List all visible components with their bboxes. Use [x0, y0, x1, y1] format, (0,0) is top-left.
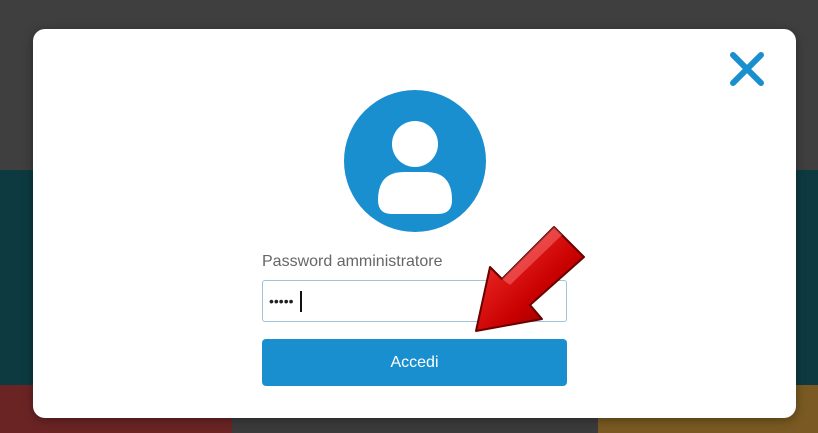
screen: Password amministratore Accedi — [0, 0, 818, 433]
login-button[interactable]: Accedi — [262, 339, 567, 386]
user-avatar-icon — [378, 121, 452, 214]
password-label: Password amministratore — [262, 253, 443, 270]
text-caret — [300, 291, 302, 312]
login-modal: Password amministratore Accedi — [33, 29, 796, 418]
user-avatar — [344, 90, 486, 232]
password-input[interactable] — [262, 280, 567, 322]
close-button[interactable] — [729, 51, 765, 87]
close-icon — [730, 52, 764, 86]
